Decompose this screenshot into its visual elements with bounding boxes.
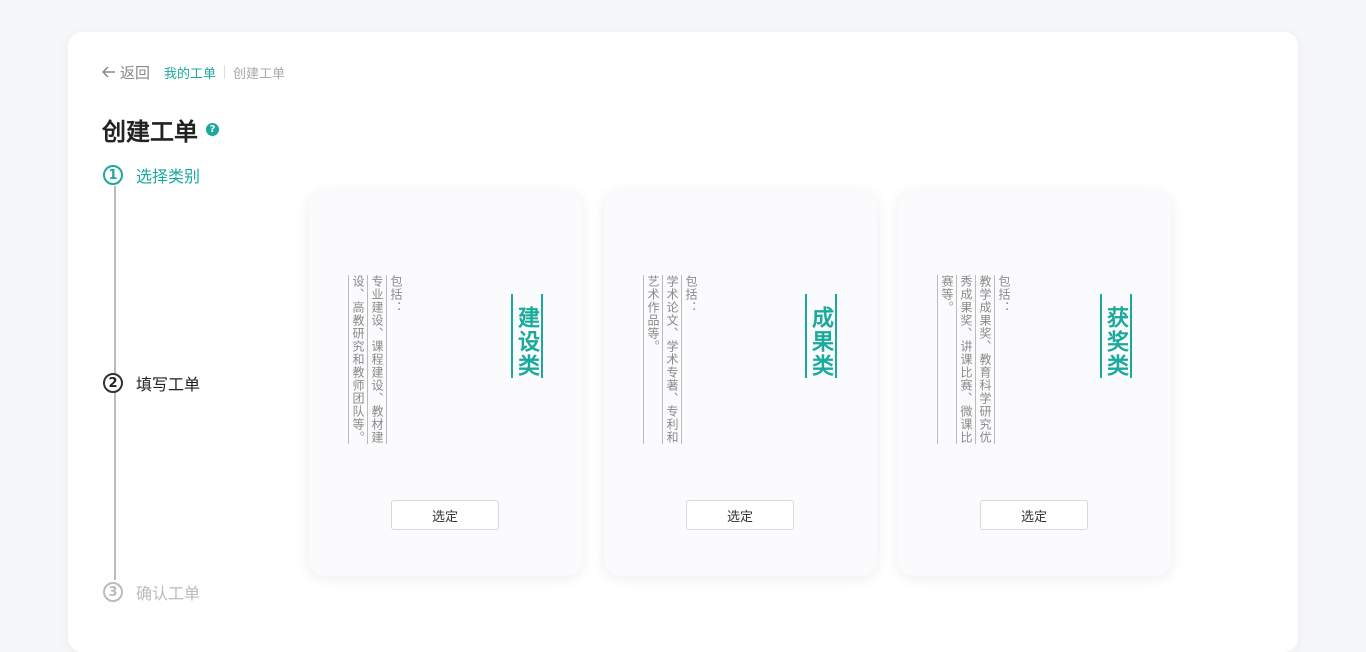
step-label: 确认工单 [136,584,201,603]
card-description: 包括： 学术论文、学术专著、专利和 艺术作品等。 [643,275,700,444]
card-description: 包括： 教学成果奖、教育科学研究优 秀成果奖、讲课比赛、微课比 赛等。 [937,275,1013,444]
card-desc-label: 包括： [389,275,403,314]
select-button[interactable]: 选定 [980,500,1088,530]
back-label: 返回 [120,63,151,82]
select-button[interactable]: 选定 [686,500,794,530]
step-fill-order: 2 填写工单 [103,371,200,395]
step-select-category: 1 选择类别 [103,163,200,187]
breadcrumb-my-orders[interactable]: 我的工单 [164,63,216,82]
card-desc-line: 秀成果奖、讲课比赛、微课比 [957,275,976,444]
back-button[interactable]: 返回 [102,62,150,83]
card-description: 包括： 专业建设、课程建设、教材建 设、高教研究和教师团队等。 [348,275,405,444]
card-desc-line: 教学成果奖、教育科学研究优 [976,275,995,444]
card-desc-line: 学术论文、学术专著、专利和 [663,275,682,444]
card-title: 获奖类 [1100,294,1132,378]
step-number: 1 [103,165,123,185]
breadcrumb: 返回 我的工单 创建工单 [102,62,285,82]
card-desc-label: 包括： [684,275,698,314]
card-title: 成果类 [805,294,837,378]
breadcrumb-separator [224,65,226,79]
card-desc-line: 设、高教研究和教师团队等。 [349,275,368,444]
step-confirm-order: 3 确认工单 [103,580,200,604]
step-number: 2 [103,373,123,393]
card-desc-line: 赛等。 [938,275,957,444]
step-label: 填写工单 [136,375,201,394]
question-icon[interactable]: ? [206,123,219,136]
card-desc-line: 专业建设、课程建设、教材建 [368,275,387,444]
card-desc-line: 艺术作品等。 [644,275,663,444]
card-desc-label: 包括： [997,275,1011,314]
page-title: 创建工单 [102,118,198,146]
arrow-left-icon [102,66,115,78]
breadcrumb-current: 创建工单 [233,66,286,82]
step-label: 选择类别 [136,167,201,186]
page-title-row: 创建工单 ? [102,112,219,147]
select-button[interactable]: 选定 [391,500,499,530]
card-title: 建设类 [511,294,543,378]
step-number: 3 [103,582,123,602]
